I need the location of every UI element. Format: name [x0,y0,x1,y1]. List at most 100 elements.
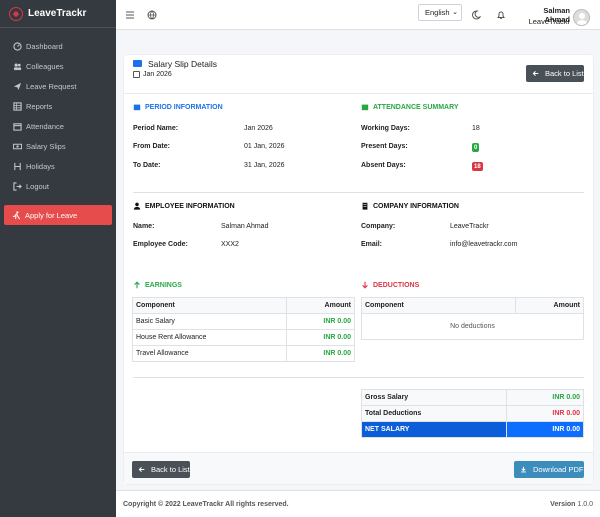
absent-days-badge: 18 [472,162,483,171]
arrow-left-icon [532,71,539,76]
sidebar-item-salary-slips[interactable]: Salary Slips [0,136,116,156]
sidebar-nav: Dashboard Colleagues Leave Request Repor… [0,28,116,196]
company-value: LeaveTrackr [450,223,489,230]
back-to-list-button-bottom[interactable]: Back to List [132,461,190,478]
globe-icon[interactable] [147,10,157,20]
apply-for-leave-button[interactable]: Apply for Leave [4,205,112,225]
language-select[interactable]: English ⌄ [418,4,462,21]
table-row: No deductions [361,313,584,340]
company-info-title: COMPANY INFORMATION [361,202,459,210]
from-date-value: 01 Jan, 2026 [244,143,285,150]
calendar-icon [133,104,141,111]
sidebar-item-label: Holidays [26,161,55,171]
download-pdf-button[interactable]: Download PDF [514,461,584,478]
table-header-row: Component Amount [132,297,355,314]
from-date-label: From Date: [133,143,170,150]
employee-name-label: Name: [133,223,155,230]
employee-info-title: EMPLOYEE INFORMATION [133,202,235,210]
column-header: Component [132,297,287,314]
column-header: Component [361,297,516,314]
card-footer: Back to List Download PDF [124,452,593,484]
attendance-summary-title: ATTENDANCE SUMMARY [361,103,459,111]
employee-code-label: Employee Code: [133,241,188,248]
page-footer: Copyright © 2022 LeaveTrackr All rights … [116,490,600,517]
amount-cell: INR 0.00 [286,313,355,330]
arrow-up-icon [134,281,140,289]
earnings-table: Component Amount Basic Salary INR 0.00 H… [132,297,355,362]
bell-icon[interactable] [496,10,506,20]
table-row: House Rent Allowance INR 0.00 [132,329,355,346]
logo-icon [9,6,23,21]
apply-for-leave-label: Apply for Leave [25,210,78,220]
amount-cell: INR 0.00 [286,329,355,346]
plane-icon [12,81,22,91]
money-bill-icon [133,60,142,67]
deductions-table: Component Amount No deductions [361,297,584,340]
present-days-label: Present Days: [361,143,408,150]
avatar[interactable] [573,9,590,26]
sidebar-item-attendance[interactable]: Attendance [0,116,116,136]
amount-cell: INR 0.00 [286,345,355,362]
calendar-icon [133,71,140,78]
sidebar-item-leave-request[interactable]: Leave Request [0,76,116,96]
arrow-down-icon [362,281,368,289]
total-deductions-label: Total Deductions [361,405,507,422]
working-days-value: 18 [472,125,480,132]
sidebar-item-logout[interactable]: Logout [0,176,116,196]
copyright-text: Copyright © 2022 LeaveTrackr All rights … [123,501,289,508]
table-row: Total Deductions INR 0.00 [361,405,584,422]
component-cell: Travel Allowance [132,345,287,362]
net-salary-label: NET SALARY [361,421,507,438]
employee-name-value: Salman Ahmad [221,223,269,230]
back-to-list-label: Back to List [545,69,584,78]
working-days-label: Working Days: [361,125,410,132]
sidebar-item-label: Colleagues [26,61,64,71]
sidebar-item-dashboard[interactable]: Dashboard [0,36,116,56]
building-icon [362,202,368,210]
table-header-row: Component Amount [361,297,584,314]
brand[interactable]: LeaveTrackr [0,0,116,28]
table-row: NET SALARY INR 0.00 [361,421,584,438]
sidebar-item-colleagues[interactable]: Colleagues [0,56,116,76]
table-row: Basic Salary INR 0.00 [132,313,355,330]
back-to-list-button[interactable]: Back to List [526,65,584,82]
attendance-title-text: ATTENDANCE SUMMARY [373,103,459,111]
check-calendar-icon [361,104,369,111]
period-info-title-text: PERIOD INFORMATION [145,103,223,111]
gross-salary-label: Gross Salary [361,389,507,406]
sidebar-item-label: Leave Request [26,81,77,91]
column-header: Amount [286,297,355,314]
version-info: Version 1.0.0 [550,501,593,508]
dashboard-icon [12,41,22,51]
earnings-title: EARNINGS [133,281,182,289]
logout-icon [12,181,22,191]
user-company: LeaveTrackr [528,17,570,26]
version-label: Version [550,501,576,508]
table-row: Travel Allowance INR 0.00 [132,345,355,362]
dark-mode-icon[interactable] [471,10,482,20]
top-navbar: English ⌄ Salman Ahmad LeaveTrackr [116,0,600,30]
menu-toggle-icon[interactable] [125,10,135,20]
period-subtitle: Jan 2026 [143,71,172,78]
language-value: English [425,8,450,17]
divider [133,377,584,378]
arrow-left-icon [138,467,145,472]
sidebar-item-label: Salary Slips [26,141,66,151]
to-date-value: 31 Jan, 2026 [244,162,285,169]
period-info-title: PERIOD INFORMATION [133,103,223,111]
sidebar-item-reports[interactable]: Reports [0,96,116,116]
net-salary-value: INR 0.00 [506,421,584,438]
sidebar-item-label: Logout [26,181,49,191]
sidebar-item-label: Dashboard [26,41,63,51]
employee-title-text: EMPLOYEE INFORMATION [145,202,235,210]
empty-message: No deductions [361,313,584,340]
download-pdf-label: Download PDF [533,465,584,474]
sidebar-item-holidays[interactable]: Holidays [0,156,116,176]
email-label: Email: [361,241,383,248]
page-title: Salary Slip Details [148,59,217,69]
sidebar-item-label: Attendance [26,121,64,131]
period-name-label: Period Name: [133,125,179,132]
gross-salary-value: INR 0.00 [506,389,584,406]
version-value: 1.0.0 [577,501,593,508]
present-days-badge: 0 [472,143,480,152]
